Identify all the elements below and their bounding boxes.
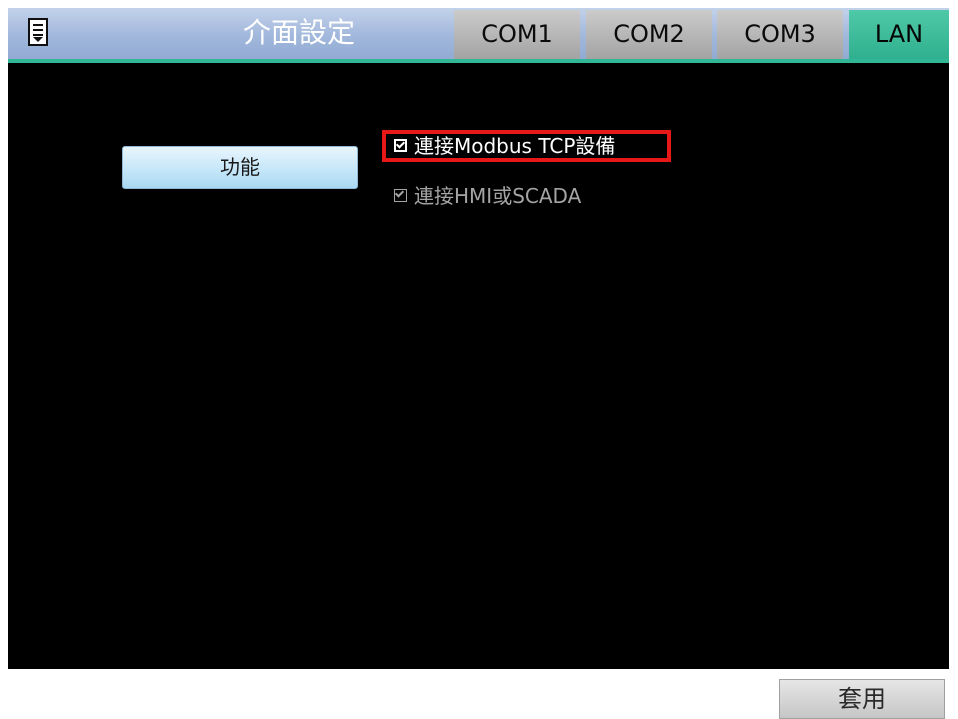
tab-com3[interactable]: COM3 <box>717 10 843 59</box>
option-modbus-label: 連接Modbus TCP設備 <box>414 134 616 158</box>
tab-com1[interactable]: COM1 <box>454 10 580 59</box>
menu-list-icon[interactable] <box>28 18 48 46</box>
function-button[interactable]: 功能 <box>122 146 358 189</box>
tab-com2[interactable]: COM2 <box>586 10 712 59</box>
header-bar: 介面設定 COM1 COM2 COM3 LAN <box>8 8 949 63</box>
header-accent-line <box>8 59 949 63</box>
device-screen: 介面設定 COM1 COM2 COM3 LAN 功能 連接Modbus TCP設… <box>8 8 949 669</box>
option-modbus-tcp-device[interactable]: 連接Modbus TCP設備 <box>382 130 671 162</box>
page-title: 介面設定 <box>242 16 355 49</box>
option-hmi-label: 連接HMI或SCADA <box>414 184 582 208</box>
tab-lan[interactable]: LAN <box>849 10 949 59</box>
option-hmi-scada[interactable]: 連接HMI或SCADA <box>394 181 654 211</box>
checkbox-checked-icon[interactable] <box>394 189 407 202</box>
checkbox-checked-icon[interactable] <box>394 139 407 152</box>
apply-button[interactable]: 套用 <box>779 679 945 719</box>
